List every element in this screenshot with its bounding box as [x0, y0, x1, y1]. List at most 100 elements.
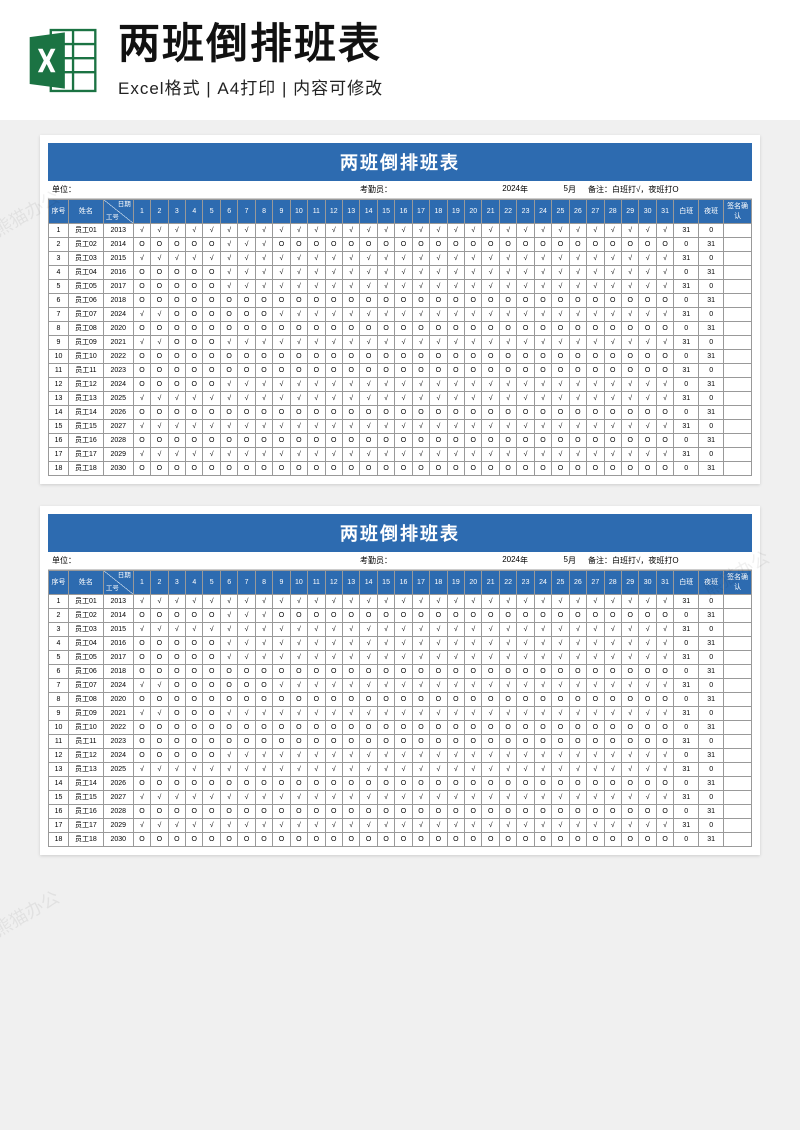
cell-shift: O [621, 693, 638, 707]
table-row: 15员工152027√√√√√√√√√√√√√√√√√√√√√√√√√√√√√√… [49, 791, 752, 805]
cell-shift: √ [395, 623, 412, 637]
cell-sign[interactable] [724, 763, 752, 777]
cell-index: 12 [49, 749, 69, 763]
cell-shift: O [360, 462, 377, 476]
cell-shift: √ [220, 595, 237, 609]
cell-shift: √ [587, 595, 604, 609]
cell-shift: √ [465, 651, 482, 665]
cell-shift: √ [412, 448, 429, 462]
cell-shift: √ [604, 707, 621, 721]
cell-shift: √ [186, 595, 203, 609]
cell-sign[interactable] [724, 252, 752, 266]
cell-shift: √ [290, 749, 307, 763]
cell-shift: O [639, 322, 656, 336]
cell-shift: O [360, 434, 377, 448]
col-day: 20 [465, 571, 482, 595]
cell-shift: O [168, 679, 185, 693]
cell-shift: √ [308, 651, 325, 665]
cell-shift: √ [587, 280, 604, 294]
cell-sign[interactable] [724, 322, 752, 336]
cell-sign[interactable] [724, 679, 752, 693]
cell-shift: O [290, 238, 307, 252]
cell-sign[interactable] [724, 609, 752, 623]
table-row: 10员工102022OOOOOOOOOOOOOOOOOOOOOOOOOOOOOO… [49, 350, 752, 364]
col-day: 3 [168, 571, 185, 595]
cell-shift: O [430, 609, 447, 623]
table-row: 16员工162028OOOOOOOOOOOOOOOOOOOOOOOOOOOOOO… [49, 434, 752, 448]
cell-sign[interactable] [724, 364, 752, 378]
cell-sign[interactable] [724, 224, 752, 238]
cell-shift: √ [325, 266, 342, 280]
cell-sign[interactable] [724, 735, 752, 749]
cell-shift: √ [360, 707, 377, 721]
cell-shift: √ [552, 707, 569, 721]
cell-shift: √ [273, 651, 290, 665]
cell-shift: O [639, 406, 656, 420]
cell-shift: O [639, 721, 656, 735]
cell-shift: √ [534, 637, 551, 651]
cell-sign[interactable] [724, 651, 752, 665]
cell-shift: √ [587, 623, 604, 637]
cell-index: 8 [49, 693, 69, 707]
cell-shift: √ [569, 749, 586, 763]
cell-shift: √ [499, 679, 516, 693]
cell-sign[interactable] [724, 420, 752, 434]
cell-sign[interactable] [724, 749, 752, 763]
col-day-shift: 白班 [674, 571, 699, 595]
table-row: 3员工032015√√√√√√√√√√√√√√√√√√√√√√√√√√√√√√√… [49, 252, 752, 266]
cell-shift: O [220, 364, 237, 378]
cell-sign[interactable] [724, 805, 752, 819]
cell-sign[interactable] [724, 665, 752, 679]
col-day: 6 [220, 200, 237, 224]
col-day: 12 [325, 571, 342, 595]
cell-sign[interactable] [724, 462, 752, 476]
cell-shift: √ [342, 791, 359, 805]
cell-sign[interactable] [724, 294, 752, 308]
cell-sign[interactable] [724, 280, 752, 294]
cell-shift: O [552, 294, 569, 308]
cell-sign[interactable] [724, 721, 752, 735]
cell-sign[interactable] [724, 308, 752, 322]
cell-shift: O [604, 350, 621, 364]
cell-shift: O [325, 609, 342, 623]
cell-day-total: 31 [674, 252, 699, 266]
cell-sign[interactable] [724, 777, 752, 791]
cell-sign[interactable] [724, 406, 752, 420]
cell-shift: √ [360, 623, 377, 637]
cell-shift: O [465, 609, 482, 623]
cell-sign[interactable] [724, 693, 752, 707]
cell-shift: √ [238, 609, 255, 623]
cell-shift: √ [447, 595, 464, 609]
cell-sign[interactable] [724, 350, 752, 364]
cell-sign[interactable] [724, 392, 752, 406]
cell-sign[interactable] [724, 238, 752, 252]
cell-day-total: 31 [674, 280, 699, 294]
cell-sign[interactable] [724, 448, 752, 462]
cell-shift: √ [238, 252, 255, 266]
cell-shift: O [395, 721, 412, 735]
cell-shift: √ [639, 392, 656, 406]
cell-sign[interactable] [724, 707, 752, 721]
cell-shift: O [325, 434, 342, 448]
col-day: 19 [447, 571, 464, 595]
cell-sign[interactable] [724, 266, 752, 280]
cell-sign[interactable] [724, 336, 752, 350]
cell-sign[interactable] [724, 595, 752, 609]
cell-sign[interactable] [724, 378, 752, 392]
cell-sign[interactable] [724, 833, 752, 847]
cell-shift: √ [621, 623, 638, 637]
cell-sign[interactable] [724, 623, 752, 637]
cell-shift: O [465, 406, 482, 420]
cell-shift: O [186, 378, 203, 392]
cell-index: 11 [49, 364, 69, 378]
cell-eid: 2024 [103, 749, 133, 763]
cell-sign[interactable] [724, 819, 752, 833]
cell-sign[interactable] [724, 637, 752, 651]
cell-sign[interactable] [724, 791, 752, 805]
cell-eid: 2022 [103, 721, 133, 735]
cell-shift: O [308, 805, 325, 819]
cell-shift: √ [377, 651, 394, 665]
cell-shift: √ [133, 623, 150, 637]
cell-sign[interactable] [724, 434, 752, 448]
cell-shift: √ [412, 651, 429, 665]
